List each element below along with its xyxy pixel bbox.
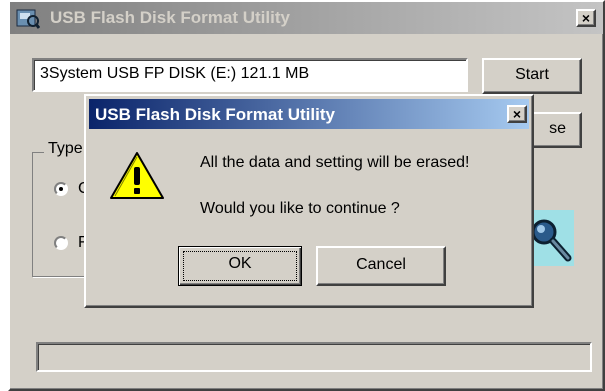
- dialog-message-line2: Would you like to continue ?: [200, 200, 400, 217]
- confirm-dialog: USB Flash Disk Format Utility × All the …: [84, 94, 534, 308]
- main-titlebar[interactable]: USB Flash Disk Format Utility ×: [10, 2, 603, 34]
- format-progress-bar: [36, 342, 592, 372]
- type-group-label: Type: [44, 140, 87, 158]
- warning-icon: [110, 152, 164, 199]
- radio-option-1[interactable]: [54, 182, 68, 196]
- dialog-title: USB Flash Disk Format Utility: [95, 105, 335, 124]
- magnifier-graphic: [528, 210, 574, 266]
- radio-option-2[interactable]: [54, 236, 68, 250]
- main-window-title: USB Flash Disk Format Utility: [50, 8, 290, 27]
- magnifier-icon: [531, 219, 572, 262]
- close-icon: ×: [512, 106, 522, 122]
- cancel-button-label: Cancel: [356, 256, 406, 273]
- dialog-titlebar[interactable]: USB Flash Disk Format Utility ×: [89, 99, 529, 129]
- dialog-close-button[interactable]: ×: [507, 105, 527, 123]
- ok-button[interactable]: OK: [178, 246, 302, 286]
- cancel-button[interactable]: Cancel: [316, 246, 446, 286]
- radio-selected-dot: [59, 187, 63, 191]
- close-app-button-label: se: [549, 120, 566, 137]
- device-select-field[interactable]: 3System USB FP DISK (E:) 121.1 MB: [32, 58, 468, 92]
- start-button[interactable]: Start: [482, 58, 582, 94]
- main-close-button[interactable]: ×: [576, 9, 596, 27]
- usb-disk-app-icon: [16, 9, 40, 29]
- dialog-message-line1: All the data and setting will be erased!: [200, 154, 470, 171]
- start-button-label: Start: [515, 66, 549, 83]
- device-field-value: 3System USB FP DISK (E:) 121.1 MB: [40, 65, 310, 82]
- focus-rectangle: [183, 251, 297, 281]
- close-icon: ×: [581, 10, 591, 26]
